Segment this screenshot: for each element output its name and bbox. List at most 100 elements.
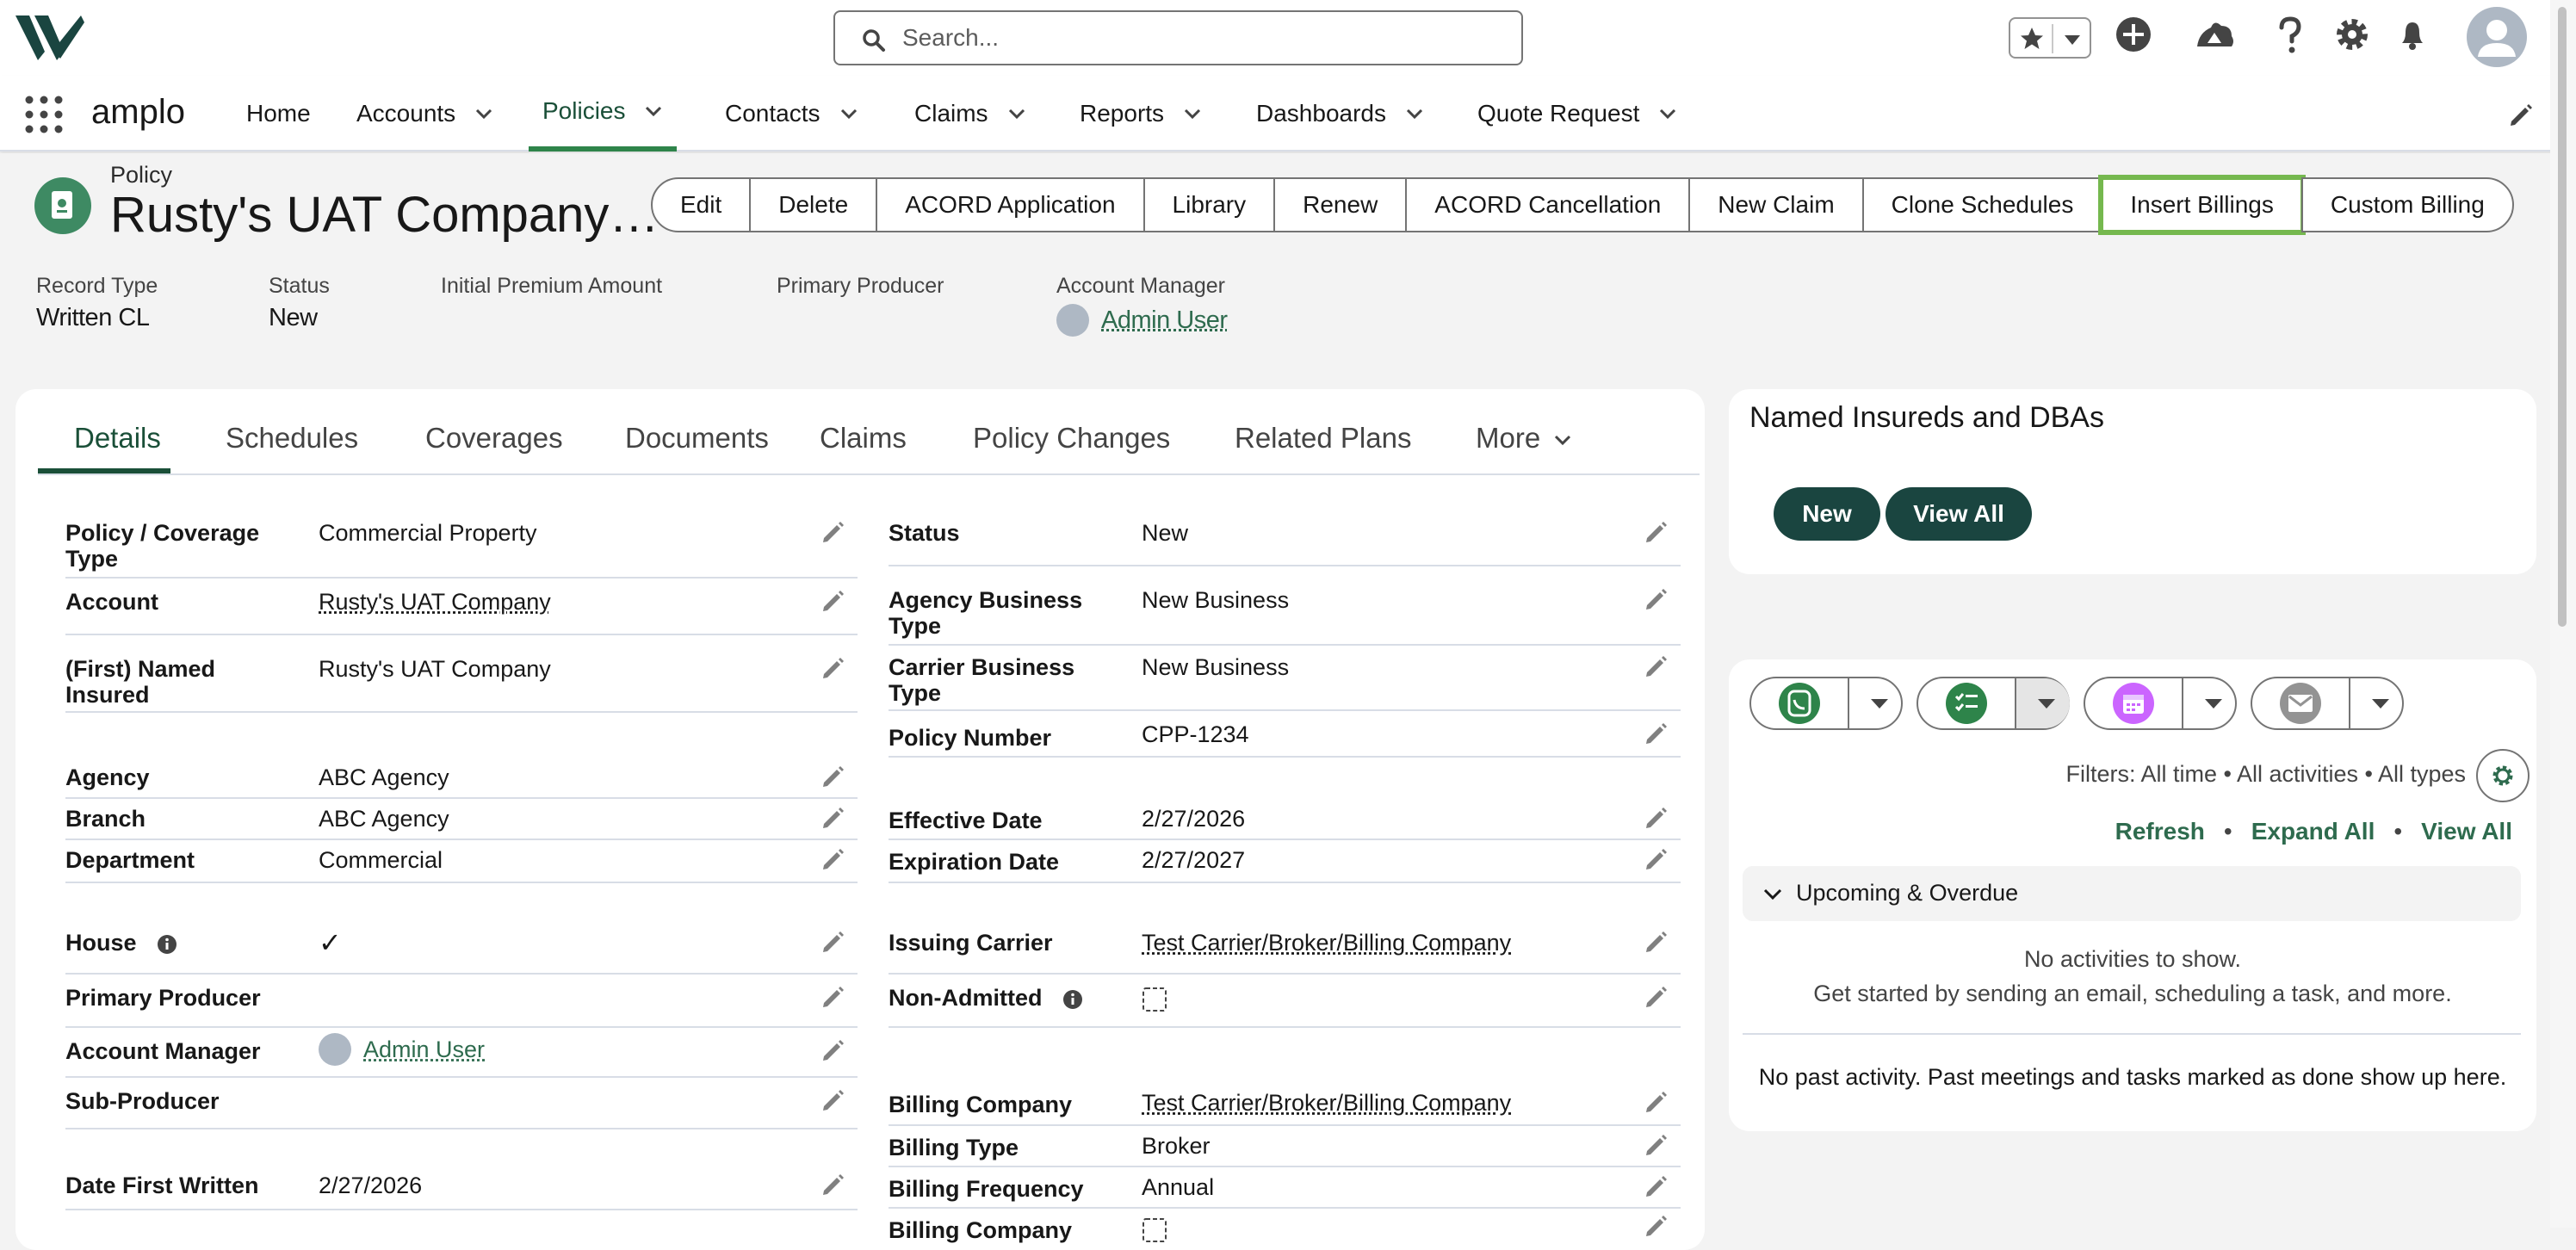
tab-details[interactable]: Details (74, 422, 161, 455)
pencil-icon[interactable] (821, 656, 845, 680)
field-label: Expiration Date (889, 849, 1059, 875)
chevron-down-icon[interactable] (839, 104, 858, 123)
new-task-button-group[interactable] (1917, 677, 2070, 730)
scrollbar-thumb[interactable] (2558, 7, 2567, 627)
chevron-down-icon[interactable] (1405, 104, 1424, 123)
clone-schedules-button[interactable]: Clone Schedules (1862, 177, 2103, 232)
log-call-button-group[interactable] (1749, 677, 1903, 730)
info-icon[interactable] (157, 934, 177, 955)
pencil-icon[interactable] (821, 985, 845, 1009)
upcoming-overdue-section[interactable]: Upcoming & Overdue (1743, 866, 2521, 921)
view-all-named-insureds-button[interactable]: View All (1886, 487, 2032, 541)
email-icon[interactable] (2280, 683, 2321, 724)
pencil-icon[interactable] (1644, 654, 1669, 678)
info-icon[interactable] (1062, 989, 1083, 1010)
pencil-icon[interactable] (821, 806, 845, 830)
chevron-down-icon[interactable] (474, 104, 493, 123)
library-button[interactable]: Library (1143, 177, 1276, 232)
pencil-icon[interactable] (1644, 985, 1669, 1009)
pencil-icon[interactable] (1644, 1090, 1669, 1114)
renew-button[interactable]: Renew (1273, 177, 1407, 232)
pencil-icon[interactable] (821, 930, 845, 954)
chevron-down-icon[interactable] (1658, 104, 1677, 123)
account-link[interactable]: Rusty's UAT Company (319, 589, 551, 615)
pencil-icon[interactable] (1644, 1133, 1669, 1157)
tab-schedules[interactable]: Schedules (226, 422, 358, 455)
billing-company-link[interactable]: Test Carrier/Broker/Billing Company (1142, 1090, 1511, 1116)
call-icon[interactable] (1779, 683, 1820, 724)
pencil-icon[interactable] (1644, 1214, 1669, 1238)
nav-item-reports[interactable]: Reports (1066, 76, 1216, 152)
tab-documents[interactable]: Documents (625, 422, 769, 455)
gear-icon[interactable] (2333, 15, 2376, 59)
delete-button[interactable]: Delete (749, 177, 877, 232)
pencil-icon[interactable] (821, 764, 845, 789)
calendar-icon[interactable] (2113, 683, 2154, 724)
tab-related-plans[interactable]: Related Plans (1235, 422, 1411, 455)
amplo-logo-icon[interactable] (15, 12, 84, 62)
chevron-down-icon[interactable] (2369, 694, 2392, 713)
chevron-down-icon[interactable] (644, 102, 663, 121)
chevron-down-icon[interactable] (2035, 694, 2058, 713)
nav-item-dashboards[interactable]: Dashboards (1242, 76, 1438, 152)
help-icon[interactable] (2269, 15, 2313, 59)
tab-claims[interactable]: Claims (820, 422, 907, 455)
nav-item-accounts[interactable]: Accounts (343, 76, 507, 152)
star-icon[interactable] (2019, 26, 2045, 52)
global-search[interactable] (833, 10, 1523, 65)
insert-billings-button[interactable]: Insert Billings (2101, 177, 2303, 232)
pencil-icon[interactable] (1644, 806, 1669, 830)
trailhead-icon[interactable] (2194, 15, 2237, 59)
new-event-button-group[interactable] (2084, 677, 2237, 730)
pencil-icon[interactable] (1644, 1174, 1669, 1198)
bell-icon[interactable] (2393, 15, 2437, 59)
pencil-icon[interactable] (1644, 587, 1669, 611)
page-scrollbar[interactable] (2550, 0, 2576, 1228)
pencil-icon[interactable] (821, 589, 845, 613)
search-input[interactable] (901, 21, 1503, 55)
chevron-down-icon[interactable] (1762, 883, 1784, 906)
pencil-icon[interactable] (821, 1173, 845, 1197)
view-all-activity-link[interactable]: View All (2421, 818, 2512, 845)
new-named-insured-button[interactable]: New (1774, 487, 1880, 541)
pencil-icon[interactable] (821, 1088, 845, 1112)
chevron-down-icon[interactable] (2202, 694, 2225, 713)
custom-billing-button[interactable]: Custom Billing (2301, 177, 2514, 232)
edit-button[interactable]: Edit (651, 177, 751, 232)
pencil-icon[interactable] (1644, 930, 1669, 954)
task-icon[interactable] (1946, 683, 1987, 724)
favorites-group[interactable] (2009, 17, 2091, 59)
send-email-button-group[interactable] (2251, 677, 2404, 730)
nav-item-home[interactable]: Home (232, 76, 325, 152)
pencil-icon[interactable] (1644, 721, 1669, 746)
chevron-down-icon[interactable] (2062, 31, 2083, 48)
filter-settings-button[interactable] (2476, 749, 2530, 802)
app-launcher-icon[interactable] (24, 95, 64, 134)
pencil-icon[interactable] (821, 847, 845, 871)
chevron-down-icon[interactable] (1007, 104, 1026, 123)
nav-item-claims[interactable]: Claims (901, 76, 1040, 152)
add-icon[interactable] (2115, 15, 2158, 59)
tab-coverages[interactable]: Coverages (425, 422, 563, 455)
new-claim-button[interactable]: New Claim (1688, 177, 1863, 232)
chevron-down-icon[interactable] (1868, 694, 1891, 713)
nav-item-policies[interactable]: Policies (529, 76, 677, 152)
acord-application-button[interactable]: ACORD Application (876, 177, 1144, 232)
account-manager-link[interactable]: Admin User (363, 1037, 485, 1062)
acord-cancellation-button[interactable]: ACORD Cancellation (1405, 177, 1690, 232)
expand-all-link[interactable]: Expand All (2251, 818, 2375, 845)
refresh-link[interactable]: Refresh (2115, 818, 2205, 845)
nav-item-contacts[interactable]: Contacts (711, 76, 872, 152)
pencil-icon[interactable] (1644, 847, 1669, 871)
tab-policy-changes[interactable]: Policy Changes (973, 422, 1170, 455)
pencil-icon[interactable] (1644, 520, 1669, 544)
account-manager-link[interactable]: Admin User (1101, 306, 1228, 335)
edit-nav-pencil-icon[interactable] (2508, 102, 2534, 128)
tab-more[interactable]: More (1476, 422, 1573, 455)
pencil-icon[interactable] (821, 520, 845, 544)
user-avatar[interactable] (2467, 7, 2527, 67)
issuing-carrier-link[interactable]: Test Carrier/Broker/Billing Company (1142, 930, 1511, 956)
pencil-icon[interactable] (821, 1038, 845, 1062)
chevron-down-icon[interactable] (1183, 104, 1202, 123)
nav-item-quote-request[interactable]: Quote Request (1464, 76, 1691, 152)
